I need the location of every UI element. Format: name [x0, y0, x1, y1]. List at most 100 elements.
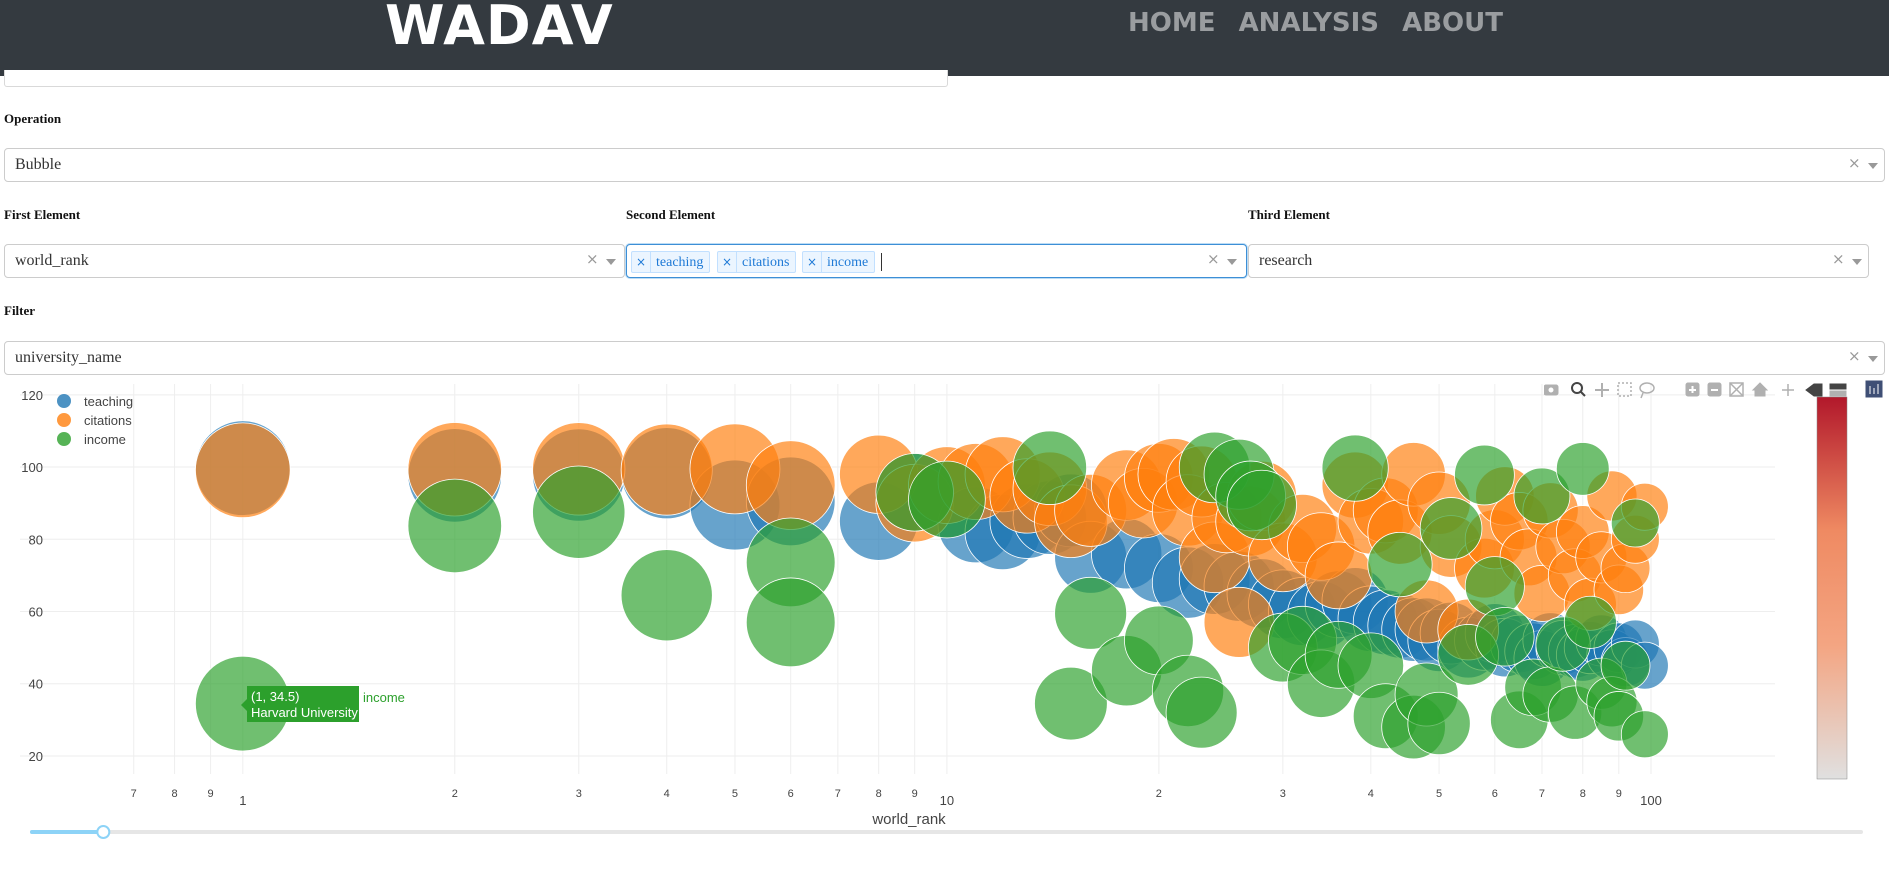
zoom-icon[interactable] — [1571, 382, 1586, 397]
first-element-label: First Element — [4, 207, 81, 222]
reset-axes-icon[interactable] — [1751, 382, 1769, 397]
first-element-clear-icon[interactable]: × — [586, 250, 599, 268]
hover-closest-icon[interactable] — [1805, 383, 1823, 397]
range-slider[interactable] — [30, 825, 1863, 839]
legend-label-teaching[interactable]: teaching — [84, 394, 133, 409]
bubble-income[interactable] — [745, 577, 836, 668]
x-tick-label: 5 — [1436, 788, 1442, 800]
x-tick-label: 6 — [1492, 788, 1498, 800]
second-element-multiselect[interactable]: × teaching × citations × income × — [626, 244, 1247, 278]
zoom-out-icon[interactable] — [1707, 382, 1722, 397]
legend-marker-income[interactable] — [57, 432, 71, 446]
first-element-value: world_rank — [15, 252, 89, 269]
tooltip-series: income — [363, 690, 405, 705]
bubble-citations[interactable] — [195, 422, 291, 519]
nav-about-link[interactable]: ABOUT — [1402, 8, 1503, 38]
slider-rail[interactable] — [30, 830, 1863, 834]
slider-track — [30, 830, 104, 834]
bubble-chart[interactable]: 7 8 9 1 2 3 4 5 6 7 8 9 10 2 3 4 5 6 7 8 9 100 20 40 60 80 100 120… — [0, 376, 1889, 876]
hover-tooltip: (1, 34.5) Harvard University income — [241, 686, 405, 722]
bubble-income[interactable] — [1555, 442, 1610, 496]
bubble-income[interactable] — [1367, 531, 1433, 598]
x-tick-label: 4 — [664, 788, 670, 800]
bubble-income[interactable] — [1610, 498, 1660, 548]
tooltip-university: Harvard University — [251, 705, 358, 720]
legend: teaching citations income — [57, 394, 133, 447]
pan-icon[interactable] — [1595, 383, 1609, 397]
bubble-income[interactable] — [1563, 595, 1617, 649]
x-tick-label: 9 — [1616, 788, 1622, 800]
filter-label: Filter — [4, 303, 36, 318]
spike-lines-icon[interactable] — [1782, 384, 1794, 396]
third-element-label: Third Element — [1248, 207, 1330, 222]
x-tick-label: 10 — [940, 793, 954, 808]
remove-chip-icon[interactable]: × — [718, 252, 737, 272]
x-tick-label: 2 — [1156, 788, 1162, 800]
colorbar — [1816, 396, 1848, 780]
x-tick-label: 9 — [912, 788, 918, 800]
second-element-chevron-down-icon[interactable] — [1227, 259, 1237, 265]
x-tick-label: 8 — [1580, 788, 1586, 800]
filter-chevron-down-icon[interactable] — [1868, 356, 1878, 362]
top-navbar: WADAV HOME ANALYSIS ABOUT — [0, 0, 1889, 76]
x-tick-label: 1 — [239, 793, 246, 808]
chart-modebar — [1543, 380, 1889, 405]
legend-label-citations[interactable]: citations — [84, 413, 132, 428]
text-cursor — [881, 253, 882, 271]
bubble-income[interactable] — [1454, 444, 1515, 506]
operation-chevron-down-icon[interactable] — [1868, 163, 1878, 169]
bubble-income[interactable] — [1012, 430, 1088, 505]
nav-home-link[interactable]: HOME — [1128, 8, 1216, 38]
third-element-chevron-down-icon[interactable] — [1852, 259, 1862, 265]
bubble-income[interactable] — [1600, 640, 1651, 691]
slider-handle[interactable] — [96, 825, 111, 839]
remove-chip-icon[interactable]: × — [803, 252, 822, 272]
box-select-icon[interactable] — [1617, 382, 1632, 397]
lasso-icon[interactable] — [1639, 382, 1655, 399]
hover-compare-icon[interactable] — [1829, 383, 1847, 397]
x-tick-label: 9 — [208, 788, 214, 800]
bubble-income[interactable] — [1620, 710, 1669, 759]
filter-dropdown[interactable]: university_name × — [4, 341, 1885, 375]
first-element-dropdown[interactable]: world_rank × — [4, 244, 625, 278]
remove-chip-icon[interactable]: × — [632, 252, 651, 272]
bubble-income[interactable] — [1475, 607, 1535, 667]
bubble-income[interactable] — [1407, 691, 1471, 756]
x-axis-title: world_rank — [871, 811, 946, 828]
second-element-label: Second Element — [626, 207, 716, 222]
bubble-income[interactable] — [532, 465, 626, 559]
filter-value: university_name — [15, 349, 122, 366]
third-element-dropdown[interactable]: research × — [1248, 244, 1869, 278]
x-tick-label: 3 — [576, 788, 582, 800]
bubble-income[interactable] — [620, 549, 713, 642]
x-tick-label: 7 — [1539, 788, 1545, 800]
previous-dropdown-box[interactable] — [4, 70, 948, 87]
x-tick-label: 8 — [172, 788, 178, 800]
bubble-income[interactable] — [1321, 434, 1389, 502]
bubble-income[interactable] — [908, 460, 986, 539]
bubble-income[interactable] — [1464, 556, 1525, 617]
bubble-income[interactable] — [1165, 676, 1238, 749]
operation-clear-icon[interactable]: × — [1848, 154, 1861, 172]
second-element-clear-icon[interactable]: × — [1207, 250, 1220, 268]
bubble-income[interactable] — [1226, 469, 1297, 541]
legend-label-income[interactable]: income — [84, 432, 126, 447]
brand-logo[interactable]: WADAV — [385, 0, 614, 57]
camera-icon[interactable] — [1543, 384, 1559, 396]
zoom-in-icon[interactable] — [1685, 382, 1700, 397]
legend-marker-teaching[interactable] — [57, 394, 71, 408]
chip-income: × income — [802, 251, 876, 273]
filter-clear-icon[interactable]: × — [1848, 347, 1861, 365]
bubble-income[interactable] — [407, 478, 502, 574]
first-element-chevron-down-icon[interactable] — [606, 259, 616, 265]
operation-dropdown[interactable]: Bubble × — [4, 148, 1885, 182]
bubble-income[interactable] — [1419, 497, 1483, 560]
autoscale-icon[interactable] — [1729, 382, 1744, 397]
third-element-clear-icon[interactable]: × — [1832, 250, 1845, 268]
third-element-value: research — [1259, 252, 1313, 269]
bubble-citations[interactable] — [745, 440, 836, 530]
legend-marker-citations[interactable] — [57, 413, 71, 427]
x-tick-label: 2 — [452, 788, 458, 800]
nav-analysis-link[interactable]: ANALYSIS — [1239, 8, 1379, 38]
plotly-logo-icon[interactable] — [1865, 380, 1883, 398]
